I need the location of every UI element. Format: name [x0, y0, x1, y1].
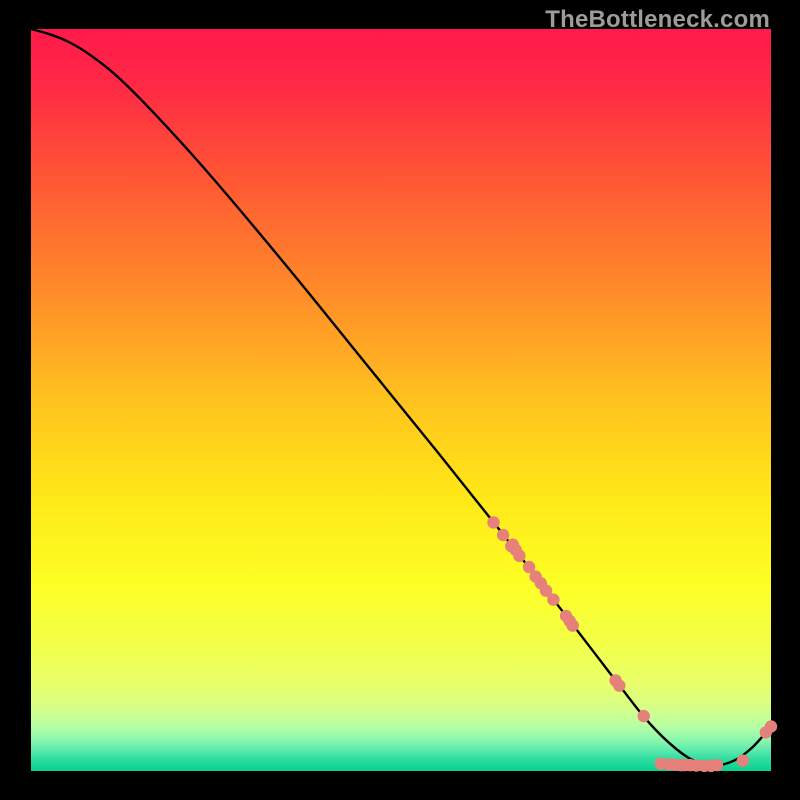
sample-point	[497, 529, 509, 541]
sample-point	[638, 710, 650, 722]
sample-point	[547, 593, 559, 605]
sample-point	[566, 619, 578, 631]
sample-point	[765, 720, 777, 732]
sample-point	[513, 550, 525, 562]
chart-frame: TheBottleneck.com	[0, 0, 800, 800]
sample-points	[487, 516, 777, 772]
chart-svg	[31, 29, 771, 771]
sample-point	[487, 516, 499, 528]
sample-point	[613, 679, 625, 691]
bottleneck-curve	[31, 29, 771, 766]
sample-point	[737, 754, 749, 766]
sample-point	[711, 759, 723, 771]
plot-area	[31, 29, 771, 771]
